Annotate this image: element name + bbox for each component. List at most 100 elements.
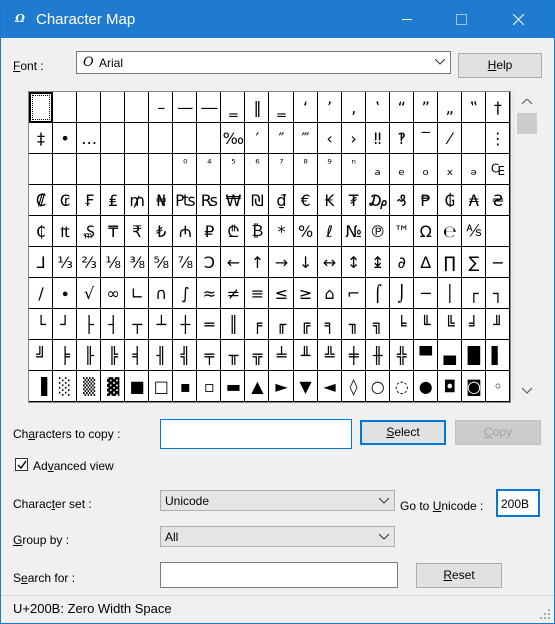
char-cell[interactable]: ╙ [413, 309, 438, 340]
char-cell[interactable]: ⅓ [53, 247, 78, 278]
char-cell[interactable]: ™ [389, 216, 414, 247]
char-cell[interactable]: ┌ [461, 278, 486, 309]
char-cell[interactable]: ◄ [317, 371, 342, 402]
char-cell[interactable]: ▫ [197, 371, 222, 402]
char-cell[interactable]: ≤ [269, 278, 294, 309]
char-cell[interactable]: ‗ [221, 92, 246, 123]
char-cell[interactable]: ′ [245, 123, 270, 154]
char-cell[interactable]: ₸ [101, 216, 126, 247]
char-cell[interactable]: ⅃ [29, 247, 54, 278]
char-cell[interactable]: ⅍ [461, 216, 486, 247]
char-cell[interactable]: Ω [413, 216, 438, 247]
char-cell[interactable]: ╔ [293, 309, 318, 340]
char-cell[interactable]: ₾ [221, 216, 246, 247]
font-dropdown[interactable]: O Arial [76, 51, 451, 74]
char-cell[interactable]: ‹ [317, 123, 342, 154]
character-grid-cells[interactable]: – — ― ‗ ‖ ‗ ‘’ ‚ ‛ “” „ ‟ † ‡ •… ‰ ′ ″ ‴ ‹ › ‼ ‽ ‾ ⁄ ⋮ ⁰ ⁴ ⁵ ⁶ ⁷ ⁸ ⁹ ⁿ ₐ ₑ ₒ… [29, 92, 510, 402]
char-cell[interactable]: ↔ [317, 247, 342, 278]
char-cell[interactable]: ₔ [461, 154, 486, 185]
char-cell[interactable]: ″ [269, 123, 294, 154]
character-set-dropdown[interactable]: Unicode [160, 490, 395, 511]
char-cell[interactable]: ∏ [437, 247, 462, 278]
search-input[interactable] [160, 562, 398, 588]
char-cell[interactable]: ■ [125, 371, 150, 402]
char-cell[interactable]: ₲ [437, 185, 462, 216]
char-cell[interactable]: ₨ [197, 185, 222, 216]
char-cell[interactable] [101, 123, 126, 154]
select-button[interactable]: Select [360, 420, 446, 445]
char-cell[interactable] [149, 154, 174, 185]
char-cell[interactable]: ‼ [365, 123, 390, 154]
char-cell[interactable]: └ [29, 309, 54, 340]
char-cell[interactable]: ∂ [389, 247, 414, 278]
char-cell[interactable]: ▒ [77, 371, 102, 402]
scroll-down-icon[interactable] [522, 388, 532, 396]
char-cell[interactable]: ╝ [29, 340, 54, 371]
scroll-up-icon[interactable] [522, 99, 532, 107]
char-cell[interactable]: ○ [365, 371, 390, 402]
char-cell[interactable]: – [149, 92, 174, 123]
char-cell[interactable] [29, 92, 54, 123]
char-cell[interactable]: ⁰ [173, 154, 198, 185]
char-cell[interactable]: ⅛ [101, 247, 126, 278]
char-cell[interactable]: ‰ [221, 123, 246, 154]
char-cell[interactable]: ₤ [101, 185, 126, 216]
char-cell[interactable]: √ [77, 278, 102, 309]
char-cell[interactable]: ∞ [101, 278, 126, 309]
char-cell[interactable]: ╖ [341, 309, 366, 340]
char-cell[interactable]: ├ [77, 309, 102, 340]
char-cell[interactable]: ₰ [389, 185, 414, 216]
char-cell[interactable]: ₽ [197, 216, 222, 247]
char-cell[interactable]: ₱ [413, 185, 438, 216]
char-cell[interactable]: ₯ [365, 185, 390, 216]
char-cell[interactable]: ≡ [245, 278, 270, 309]
char-cell[interactable]: ┬ [125, 309, 150, 340]
char-cell[interactable]: ╦ [245, 340, 270, 371]
char-cell[interactable]: ↨ [365, 247, 390, 278]
char-cell[interactable]: ⋮ [485, 123, 510, 154]
char-cell[interactable] [53, 154, 78, 185]
char-cell[interactable]: ► [269, 371, 294, 402]
char-cell[interactable]: ◌ [389, 371, 414, 402]
grid-scrollbar[interactable] [513, 92, 539, 402]
char-cell[interactable]: ◊ [341, 371, 366, 402]
char-cell[interactable]: ₦ [149, 185, 174, 216]
char-cell[interactable]: ╧ [269, 340, 294, 371]
char-cell[interactable]: ◙ [461, 371, 486, 402]
char-cell[interactable]: ⌠ [365, 278, 390, 309]
char-cell[interactable] [101, 154, 126, 185]
char-cell[interactable]: ╜ [485, 309, 510, 340]
char-cell[interactable]: ┼ [173, 309, 198, 340]
char-cell[interactable]: ⁴ [197, 154, 222, 185]
char-cell[interactable]: ╥ [221, 340, 246, 371]
char-cell[interactable]: ‟ [461, 92, 486, 123]
char-cell[interactable]: ‖ [245, 92, 270, 123]
group-by-dropdown[interactable]: All [160, 526, 395, 547]
char-cell[interactable]: ₹ [125, 216, 150, 247]
char-cell[interactable]: ₭ [317, 185, 342, 216]
char-cell[interactable] [461, 123, 486, 154]
char-cell[interactable] [29, 154, 54, 185]
char-cell[interactable]: ‗ [269, 92, 294, 123]
char-cell[interactable]: — [173, 92, 198, 123]
resize-grip-icon[interactable] [540, 609, 551, 620]
char-cell[interactable]: ╢ [149, 340, 174, 371]
char-cell[interactable] [125, 92, 150, 123]
char-cell[interactable]: ₼ [173, 216, 198, 247]
char-cell[interactable]: ⌡ [389, 278, 414, 309]
char-cell[interactable]: ╚ [437, 309, 462, 340]
char-cell[interactable]: ₷ [77, 216, 102, 247]
char-cell[interactable]: ∆ [413, 247, 438, 278]
char-cell[interactable]: ╫ [365, 340, 390, 371]
char-cell[interactable]: † [485, 92, 510, 123]
char-cell[interactable]: ⁿ [341, 154, 366, 185]
char-cell[interactable]: ⁶ [245, 154, 270, 185]
char-cell[interactable]: • [53, 123, 78, 154]
char-cell[interactable]: Ↄ [197, 247, 222, 278]
char-cell[interactable]: ₶ [53, 216, 78, 247]
advanced-view-checkbox[interactable] [15, 458, 28, 471]
char-cell[interactable] [101, 92, 126, 123]
char-cell[interactable]: ⅞ [173, 247, 198, 278]
char-cell[interactable]: ╣ [173, 340, 198, 371]
char-cell[interactable] [77, 92, 102, 123]
